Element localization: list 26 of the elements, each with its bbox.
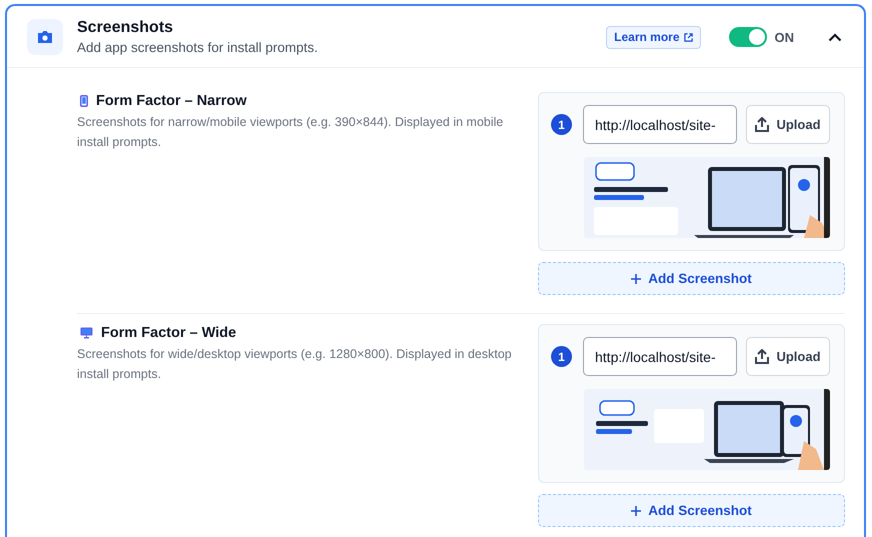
- number-badge: 1: [551, 346, 572, 367]
- number-badge: 1: [551, 114, 572, 135]
- phone-icon: [80, 95, 88, 107]
- external-link-icon: [684, 32, 692, 42]
- upload-icon: [755, 117, 770, 132]
- url-field[interactable]: http://localhost/site-: [583, 337, 737, 376]
- add-screenshot-button[interactable]: Add Screenshot: [538, 262, 845, 295]
- learn-more-link[interactable]: Learn more: [606, 26, 700, 48]
- plus-icon: [631, 506, 642, 516]
- section-subtitle: Add app screenshots for install prompts.: [77, 40, 319, 55]
- url-field[interactable]: http://localhost/site-: [583, 105, 737, 144]
- form-factor-description: Screenshots for narrow/mobile viewports (e.g. 390×844). Displayed in mobile install prompts.: [77, 114, 504, 151]
- add-screenshot-button[interactable]: Add Screenshot: [538, 494, 845, 527]
- plus-icon: [631, 274, 642, 284]
- form-factor-description: Screenshots for wide/desktop viewports (e.g. 1280×800). Displayed in desktop install prompts.: [77, 346, 513, 383]
- toggle-label: ON: [774, 30, 794, 44]
- toggle-switch[interactable]: [728, 27, 766, 47]
- chevron-up-icon[interactable]: [828, 32, 842, 42]
- upload-button[interactable]: Upload: [746, 105, 830, 144]
- upload-button[interactable]: Upload: [746, 337, 830, 376]
- section-title: Screenshots: [77, 19, 174, 37]
- camera-icon: [27, 19, 63, 55]
- upload-icon: [755, 349, 770, 364]
- form-factor-title: Form Factor – Wide: [101, 325, 236, 341]
- form-factor-title: Form Factor – Narrow: [96, 93, 247, 109]
- monitor-icon: [80, 327, 93, 339]
